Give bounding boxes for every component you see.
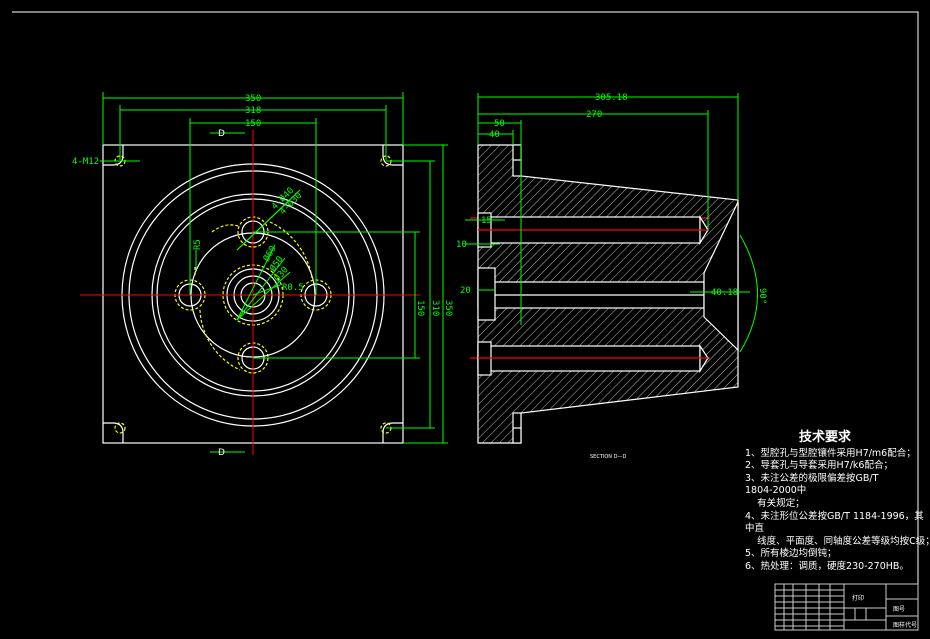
dim-270: 270 bbox=[586, 110, 602, 120]
dim-v-150: 150 bbox=[415, 300, 425, 316]
title-block-name: 打印 bbox=[852, 594, 864, 602]
title-block-field-b: 图样代号 bbox=[893, 621, 917, 629]
requirement-line: 线度、平面度、同轴度公差等级均按C级； bbox=[745, 535, 930, 547]
requirement-line: 3、未注公差的极限偏差按GB/T bbox=[745, 472, 879, 484]
requirements-title: 技术要求 bbox=[798, 430, 851, 445]
dim-90deg: 90° bbox=[757, 288, 767, 304]
section-label: SECTION D—D bbox=[590, 454, 626, 460]
requirement-line: 中直 bbox=[745, 523, 765, 535]
requirement-line: 1、型腔孔与型腔镶件采用H7/m6配合； bbox=[745, 447, 916, 459]
requirement-line: 有关规定； bbox=[745, 497, 805, 509]
section-view bbox=[477, 144, 739, 444]
section-mark-bottom: D bbox=[218, 448, 225, 458]
bolt-label: 4-M12 bbox=[72, 157, 99, 167]
dim-350: 350 bbox=[245, 94, 261, 104]
hole-label-r5: R5 bbox=[193, 239, 203, 250]
dim-v-350: 350 bbox=[443, 300, 453, 316]
dim-4018: 40.18 bbox=[711, 288, 738, 298]
front-dimension-text: 350 318 150 150 310 350 4-M12 D D 4-Ø40 … bbox=[72, 94, 453, 458]
dim-40: 40 bbox=[489, 130, 500, 140]
technical-requirements: 技术要求 1、型腔孔与型腔镶件采用H7/m6配合； 2、导套孔与导套采用H7/k… bbox=[745, 431, 930, 574]
requirement-line: 6、热处理：调质，硬度230-270HB。 bbox=[745, 560, 909, 572]
hole-label-r05: R0.5 bbox=[282, 283, 304, 293]
section-mark-top: D bbox=[218, 129, 225, 139]
requirement-line: 1804-2000中 bbox=[745, 485, 807, 497]
dim-150: 150 bbox=[245, 119, 261, 129]
dim-v-310: 310 bbox=[430, 300, 440, 316]
requirement-line: 2、导套孔与导套采用H7/k6配合； bbox=[745, 460, 893, 472]
title-block-field-a: 图号 bbox=[893, 606, 905, 613]
dim-15: 15 bbox=[481, 216, 492, 226]
dim-20: 20 bbox=[460, 286, 471, 296]
requirement-line: 5、所有棱边均倒钝； bbox=[745, 548, 837, 560]
dim-318: 318 bbox=[245, 106, 261, 116]
dim-305: 305.18 bbox=[595, 93, 628, 103]
requirement-line: 4、未注形位公差按GB/T 1184-1996，其 bbox=[745, 510, 924, 522]
dim-50: 50 bbox=[494, 119, 505, 129]
dim-10: 10 bbox=[456, 240, 467, 250]
cad-drawing: 350 318 150 150 310 350 4-M12 D D 4-Ø40 … bbox=[0, 0, 930, 639]
